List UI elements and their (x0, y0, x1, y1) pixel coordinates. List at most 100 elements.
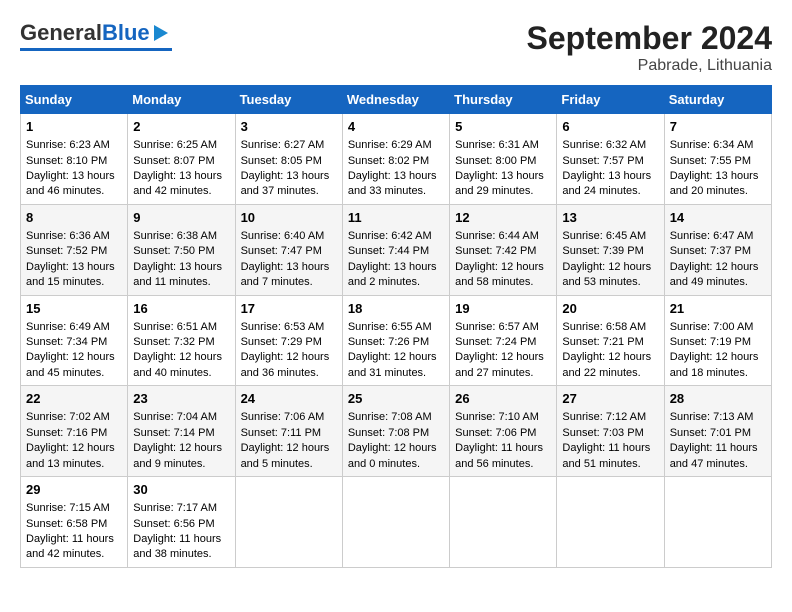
calendar-cell: 30 Sunrise: 7:17 AM Sunset: 6:56 PM Dayl… (128, 477, 235, 568)
sunrise: Sunrise: 6:51 AM (133, 321, 217, 333)
day-header-friday: Friday (557, 86, 664, 114)
calendar-body: 1 Sunrise: 6:23 AM Sunset: 8:10 PM Dayli… (21, 114, 772, 568)
day-header-thursday: Thursday (450, 86, 557, 114)
day-header-sunday: Sunday (21, 86, 128, 114)
sunrise: Sunrise: 6:40 AM (241, 230, 325, 242)
calendar-cell (450, 477, 557, 568)
daylight: Daylight: 12 hours and 5 minutes. (241, 442, 330, 469)
day-number: 30 (133, 481, 229, 499)
sunset: Sunset: 7:29 PM (241, 336, 322, 348)
calendar-cell: 23 Sunrise: 7:04 AM Sunset: 7:14 PM Dayl… (128, 386, 235, 477)
calendar-cell: 15 Sunrise: 6:49 AM Sunset: 7:34 PM Dayl… (21, 295, 128, 386)
sunset: Sunset: 7:19 PM (670, 336, 751, 348)
daylight: Daylight: 11 hours and 47 minutes. (670, 442, 758, 469)
day-number: 5 (455, 118, 551, 136)
sunset: Sunset: 6:56 PM (133, 518, 214, 530)
day-number: 10 (241, 209, 337, 227)
calendar-cell: 5 Sunrise: 6:31 AM Sunset: 8:00 PM Dayli… (450, 114, 557, 205)
sunset: Sunset: 8:00 PM (455, 155, 536, 167)
calendar-cell: 29 Sunrise: 7:15 AM Sunset: 6:58 PM Dayl… (21, 477, 128, 568)
daylight: Daylight: 13 hours and 42 minutes. (133, 170, 222, 197)
daylight: Daylight: 12 hours and 31 minutes. (348, 351, 437, 378)
sunset: Sunset: 7:32 PM (133, 336, 214, 348)
daylight: Daylight: 12 hours and 45 minutes. (26, 351, 115, 378)
sunrise: Sunrise: 7:04 AM (133, 411, 217, 423)
calendar-cell: 27 Sunrise: 7:12 AM Sunset: 7:03 PM Dayl… (557, 386, 664, 477)
day-number: 8 (26, 209, 122, 227)
day-number: 7 (670, 118, 766, 136)
day-header-monday: Monday (128, 86, 235, 114)
sunset: Sunset: 8:02 PM (348, 155, 429, 167)
daylight: Daylight: 13 hours and 29 minutes. (455, 170, 544, 197)
daylight: Daylight: 13 hours and 7 minutes. (241, 261, 330, 288)
sunset: Sunset: 7:11 PM (241, 427, 322, 439)
sunrise: Sunrise: 6:31 AM (455, 139, 539, 151)
sunset: Sunset: 7:26 PM (348, 336, 429, 348)
sunset: Sunset: 7:01 PM (670, 427, 751, 439)
sunset: Sunset: 7:14 PM (133, 427, 214, 439)
daylight: Daylight: 12 hours and 36 minutes. (241, 351, 330, 378)
calendar-cell: 16 Sunrise: 6:51 AM Sunset: 7:32 PM Dayl… (128, 295, 235, 386)
sunset: Sunset: 7:57 PM (562, 155, 643, 167)
sunrise: Sunrise: 6:45 AM (562, 230, 646, 242)
sunrise: Sunrise: 6:57 AM (455, 321, 539, 333)
calendar-cell (342, 477, 449, 568)
day-number: 6 (562, 118, 658, 136)
sunrise: Sunrise: 6:44 AM (455, 230, 539, 242)
day-number: 23 (133, 390, 229, 408)
daylight: Daylight: 12 hours and 58 minutes. (455, 261, 544, 288)
sunrise: Sunrise: 6:58 AM (562, 321, 646, 333)
day-number: 3 (241, 118, 337, 136)
sunrise: Sunrise: 6:34 AM (670, 139, 754, 151)
sunrise: Sunrise: 6:53 AM (241, 321, 325, 333)
logo-general-text: General (20, 20, 102, 46)
logo: General Blue (20, 20, 172, 51)
sunrise: Sunrise: 7:15 AM (26, 502, 110, 514)
calendar-cell: 11 Sunrise: 6:42 AM Sunset: 7:44 PM Dayl… (342, 204, 449, 295)
day-number: 11 (348, 209, 444, 227)
day-number: 26 (455, 390, 551, 408)
daylight: Daylight: 13 hours and 33 minutes. (348, 170, 437, 197)
daylight: Daylight: 13 hours and 20 minutes. (670, 170, 759, 197)
sunset: Sunset: 7:16 PM (26, 427, 107, 439)
day-number: 17 (241, 300, 337, 318)
logo-arrow-icon (150, 22, 172, 44)
week-row-1: 1 Sunrise: 6:23 AM Sunset: 8:10 PM Dayli… (21, 114, 772, 205)
daylight: Daylight: 11 hours and 56 minutes. (455, 442, 543, 469)
sunset: Sunset: 7:52 PM (26, 245, 107, 257)
calendar-cell: 10 Sunrise: 6:40 AM Sunset: 7:47 PM Dayl… (235, 204, 342, 295)
sunrise: Sunrise: 6:23 AM (26, 139, 110, 151)
daylight: Daylight: 13 hours and 46 minutes. (26, 170, 115, 197)
day-number: 15 (26, 300, 122, 318)
daylight: Daylight: 13 hours and 24 minutes. (562, 170, 651, 197)
day-number: 19 (455, 300, 551, 318)
daylight: Daylight: 12 hours and 53 minutes. (562, 261, 651, 288)
sunset: Sunset: 8:05 PM (241, 155, 322, 167)
calendar-title: September 2024 (527, 20, 772, 57)
calendar-cell: 20 Sunrise: 6:58 AM Sunset: 7:21 PM Dayl… (557, 295, 664, 386)
daylight: Daylight: 12 hours and 9 minutes. (133, 442, 222, 469)
daylight: Daylight: 12 hours and 13 minutes. (26, 442, 115, 469)
daylight: Daylight: 13 hours and 11 minutes. (133, 261, 222, 288)
daylight: Daylight: 12 hours and 22 minutes. (562, 351, 651, 378)
day-number: 22 (26, 390, 122, 408)
sunrise: Sunrise: 6:32 AM (562, 139, 646, 151)
calendar-cell (664, 477, 771, 568)
sunrise: Sunrise: 7:02 AM (26, 411, 110, 423)
sunset: Sunset: 7:47 PM (241, 245, 322, 257)
calendar-cell: 2 Sunrise: 6:25 AM Sunset: 8:07 PM Dayli… (128, 114, 235, 205)
calendar-cell: 24 Sunrise: 7:06 AM Sunset: 7:11 PM Dayl… (235, 386, 342, 477)
day-number: 14 (670, 209, 766, 227)
calendar-table: SundayMondayTuesdayWednesdayThursdayFrid… (20, 85, 772, 568)
week-row-3: 15 Sunrise: 6:49 AM Sunset: 7:34 PM Dayl… (21, 295, 772, 386)
calendar-cell: 7 Sunrise: 6:34 AM Sunset: 7:55 PM Dayli… (664, 114, 771, 205)
calendar-cell: 12 Sunrise: 6:44 AM Sunset: 7:42 PM Dayl… (450, 204, 557, 295)
calendar-cell: 25 Sunrise: 7:08 AM Sunset: 7:08 PM Dayl… (342, 386, 449, 477)
sunset: Sunset: 7:55 PM (670, 155, 751, 167)
daylight: Daylight: 12 hours and 0 minutes. (348, 442, 437, 469)
sunset: Sunset: 7:37 PM (670, 245, 751, 257)
sunrise: Sunrise: 6:55 AM (348, 321, 432, 333)
day-number: 25 (348, 390, 444, 408)
sunrise: Sunrise: 6:42 AM (348, 230, 432, 242)
day-number: 13 (562, 209, 658, 227)
